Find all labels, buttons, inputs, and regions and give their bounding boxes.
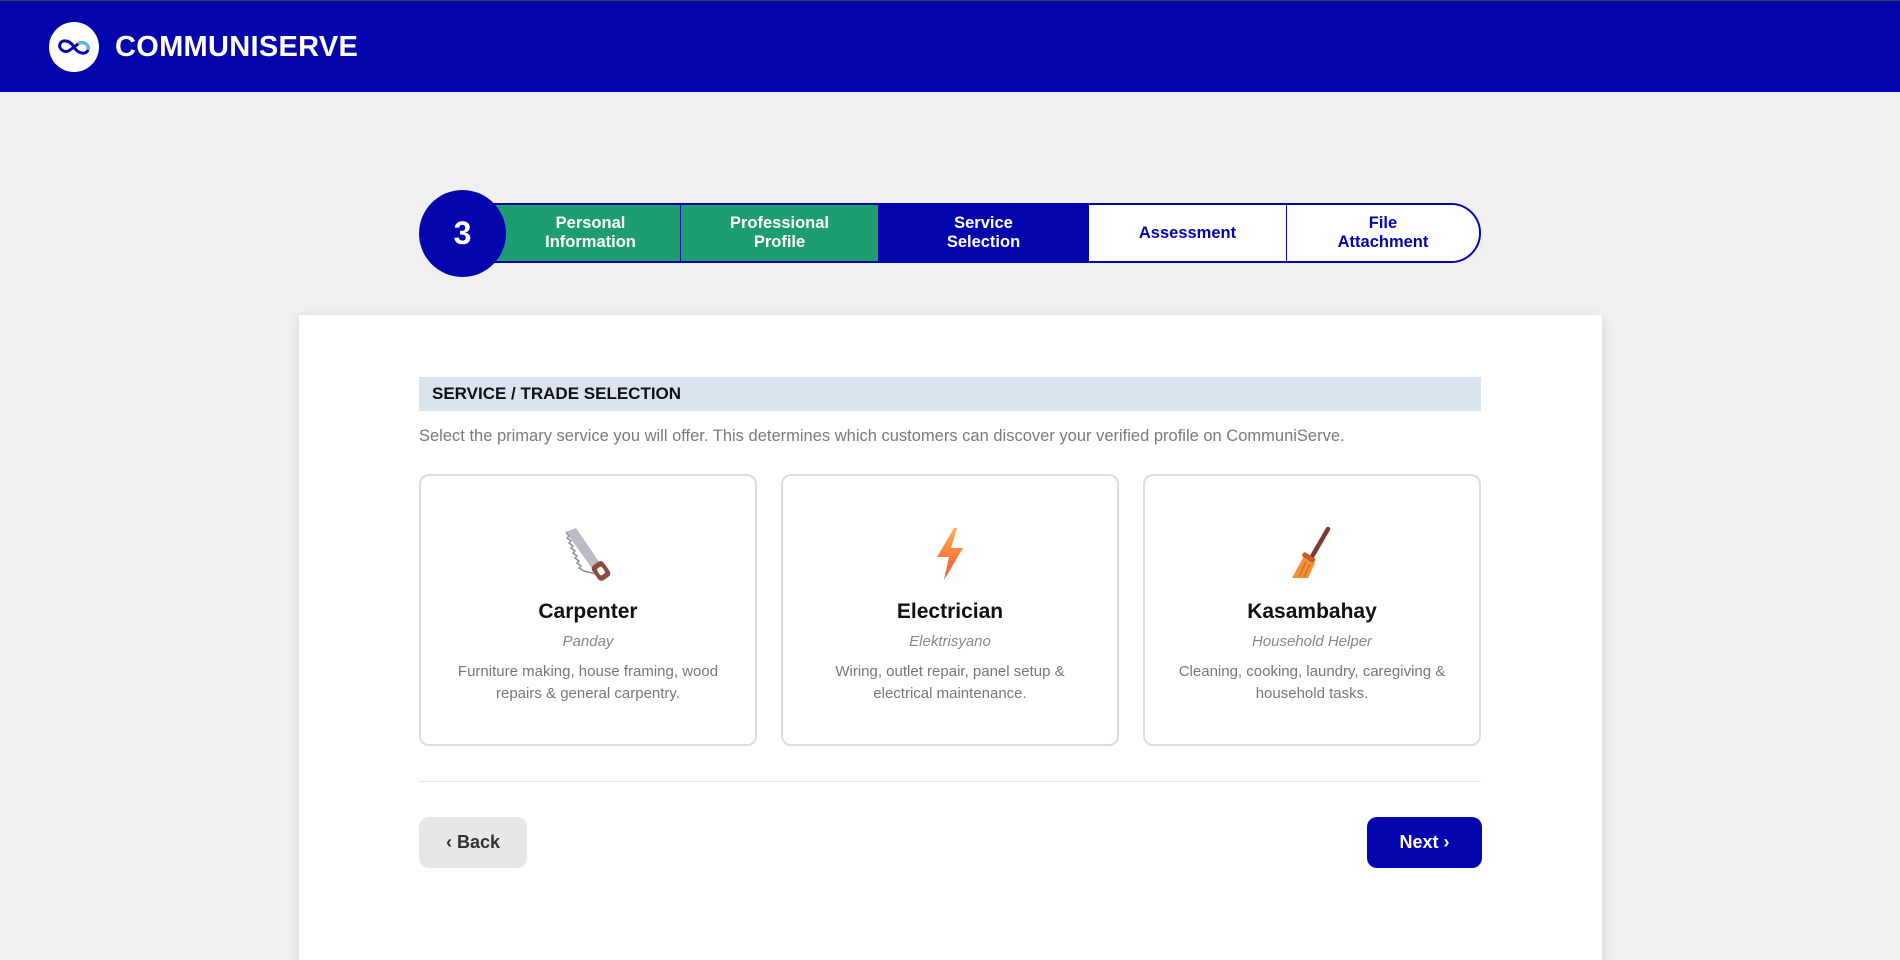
- next-button[interactable]: Next ›: [1367, 817, 1482, 868]
- step-professional-profile[interactable]: Professional Profile: [681, 205, 879, 261]
- service-description: Wiring, outlet repair, panel setup & ele…: [835, 663, 1065, 702]
- top-header: COMMUNISERVE: [0, 0, 1900, 92]
- service-subtitle: Elektrisyano: [909, 633, 991, 650]
- lightning-bolt-icon: [922, 526, 978, 582]
- step-assessment[interactable]: Assessment: [1089, 205, 1287, 261]
- broom-icon: [1284, 526, 1340, 582]
- progress-stepper: 3 Personal Information Professional Prof…: [419, 190, 1481, 277]
- step-bar: Personal Information Professional Profil…: [479, 203, 1481, 263]
- service-option-carpenter[interactable]: Carpenter Panday Furniture making, house…: [419, 474, 757, 746]
- back-button[interactable]: ‹ Back: [419, 817, 527, 868]
- divider: [419, 781, 1481, 782]
- step-personal-information[interactable]: Personal Information: [481, 205, 681, 261]
- step-file-attachment[interactable]: File Attachment: [1287, 205, 1479, 261]
- service-option-kasambahay[interactable]: Kasambahay Household Helper Cleaning, co…: [1143, 474, 1481, 746]
- service-description: Furniture making, house framing, wood re…: [457, 663, 719, 702]
- service-description: Cleaning, cooking, laundry, caregiving &…: [1178, 663, 1446, 702]
- service-name: Kasambahay: [1247, 600, 1377, 623]
- service-name: Electrician: [896, 600, 1004, 623]
- step-service-selection[interactable]: Service Selection: [879, 205, 1089, 261]
- service-options: Carpenter Panday Furniture making, house…: [419, 474, 1481, 746]
- service-name: Carpenter: [538, 600, 638, 623]
- service-option-electrician[interactable]: Electrician Elektrisyano Wiring, outlet …: [781, 474, 1119, 746]
- current-step-number: 3: [419, 190, 506, 277]
- brand-name[interactable]: COMMUNISERVE: [115, 32, 358, 62]
- saw-icon: [560, 526, 616, 582]
- section-description: Select the primary service you will offe…: [419, 427, 1345, 445]
- section-title: SERVICE / TRADE SELECTION: [419, 377, 1481, 411]
- cs-infinity-logo-icon[interactable]: [49, 22, 99, 72]
- service-selection-card: SERVICE / TRADE SELECTION Select the pri…: [299, 315, 1602, 960]
- service-subtitle: Panday: [562, 633, 614, 650]
- service-subtitle: Household Helper: [1251, 633, 1373, 650]
